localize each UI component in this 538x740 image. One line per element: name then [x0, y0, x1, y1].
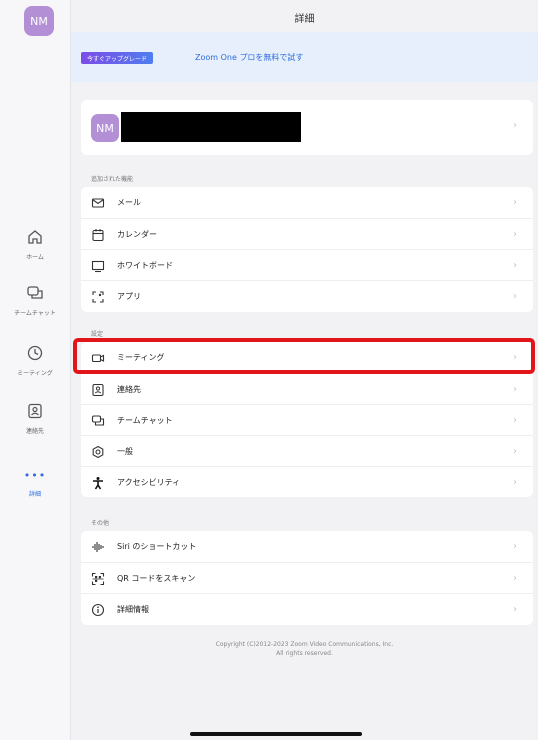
sidebar-item-label: 連絡先 — [25, 428, 44, 435]
contacts-icon — [26, 402, 44, 420]
section-header-added: 追加された機能 — [91, 176, 134, 183]
apps-icon — [91, 290, 105, 304]
chevron-right-icon: › — [513, 120, 517, 131]
list-item-label: Siri のショートカット — [117, 542, 197, 551]
chevron-right-icon: › — [513, 573, 517, 584]
info-icon — [91, 603, 105, 617]
list-item-label: 詳細情報 — [117, 605, 149, 614]
sidebar: NM ホーム チームチャット ミーティング 連絡先 ••• 詳細 — [0, 0, 71, 740]
list-item-apps[interactable]: アプリ › — [81, 280, 533, 312]
list-item-general[interactable]: 一般 › — [81, 435, 533, 467]
copyright: Copyright (C)2012-2023 Zoom Video Commun… — [71, 640, 538, 658]
page-title: 詳細 — [294, 14, 315, 25]
chat-icon — [91, 414, 105, 428]
settings-card: ミーティング › 連絡先 › チームチャット › 一般 › アクセシビリティ › — [81, 342, 533, 497]
sidebar-item-label: ミーティング — [17, 370, 53, 377]
avatar[interactable]: NM — [24, 6, 54, 36]
list-item-label: チームチャット — [117, 416, 173, 425]
list-item-team-chat[interactable]: チームチャット › — [81, 404, 533, 436]
section-header-settings: 設定 — [91, 331, 104, 338]
other-card: Siri のショートカット › QR コードをスキャン › 詳細情報 › — [81, 531, 533, 625]
chevron-right-icon: › — [513, 229, 517, 240]
chevron-right-icon: › — [513, 415, 517, 426]
qr-scan-icon — [91, 572, 105, 586]
profile-avatar: NM — [91, 114, 119, 142]
mail-icon — [91, 196, 105, 210]
sidebar-item-label: チームチャット — [14, 310, 56, 317]
sidebar-item-label: 詳細 — [28, 491, 41, 498]
chevron-right-icon: › — [513, 541, 517, 552]
list-item-label: アクセシビリティ — [117, 478, 181, 487]
sidebar-item-more[interactable]: ••• 詳細 — [0, 464, 70, 498]
gear-icon — [91, 445, 105, 459]
chevron-right-icon: › — [513, 604, 517, 615]
list-item-about[interactable]: 詳細情報 › — [81, 593, 533, 625]
list-item-mail[interactable]: メール › — [81, 187, 533, 218]
list-item-label: ミーティング — [117, 353, 165, 362]
list-item-label: ホワイトボード — [117, 261, 173, 270]
list-item-label: 連絡先 — [117, 385, 141, 394]
sidebar-item-contacts[interactable]: 連絡先 — [0, 402, 70, 435]
redacted-profile-name — [121, 112, 301, 142]
sidebar-item-meetings[interactable]: ミーティング — [0, 344, 70, 377]
list-item-siri-shortcuts[interactable]: Siri のショートカット › — [81, 531, 533, 562]
upgrade-banner: 今すぐアップグレード Zoom One プロを無料で試す — [71, 32, 538, 82]
list-item-calendar[interactable]: カレンダー › — [81, 218, 533, 250]
whiteboard-icon — [91, 259, 105, 273]
accessibility-icon — [91, 476, 105, 490]
list-item-accessibility[interactable]: アクセシビリティ › — [81, 466, 533, 498]
chat-icon — [26, 284, 44, 302]
chevron-right-icon: › — [513, 291, 517, 302]
chevron-right-icon: › — [513, 446, 517, 457]
list-item-meetings[interactable]: ミーティング › — [81, 342, 533, 373]
list-item-whiteboard[interactable]: ホワイトボード › — [81, 249, 533, 281]
home-icon — [26, 228, 44, 246]
calendar-icon — [91, 228, 105, 242]
chevron-right-icon: › — [513, 384, 517, 395]
home-indicator — [190, 732, 362, 736]
profile-card[interactable]: NM › — [81, 100, 533, 155]
list-item-label: アプリ — [117, 292, 141, 301]
video-camera-icon — [91, 351, 105, 365]
more-dots-icon: ••• — [23, 469, 47, 482]
upgrade-button[interactable]: 今すぐアップグレード — [81, 52, 154, 64]
clock-icon — [26, 344, 44, 362]
siri-wave-icon — [91, 540, 105, 554]
copyright-line-2: All rights reserved. — [276, 650, 333, 657]
list-item-label: QR コードをスキャン — [117, 574, 196, 583]
list-item-qr-scan[interactable]: QR コードをスキャン › — [81, 562, 533, 594]
list-item-label: カレンダー — [117, 230, 157, 239]
added-features-card: メール › カレンダー › ホワイトボード › アプリ › — [81, 187, 533, 312]
section-header-other: その他 — [91, 520, 110, 527]
list-item-label: メール — [117, 198, 141, 207]
list-item-label: 一般 — [117, 447, 133, 456]
main-panel: 詳細 今すぐアップグレード Zoom One プロを無料で試す NM › 追加さ… — [71, 0, 538, 740]
promo-link[interactable]: Zoom One プロを無料で試す — [195, 52, 303, 64]
list-item-contacts[interactable]: 連絡先 › — [81, 373, 533, 405]
contacts-icon — [91, 383, 105, 397]
sidebar-item-home[interactable]: ホーム — [0, 228, 70, 261]
chevron-right-icon: › — [513, 352, 517, 363]
chevron-right-icon: › — [513, 477, 517, 488]
chevron-right-icon: › — [513, 197, 517, 208]
sidebar-item-team-chat[interactable]: チームチャット — [0, 284, 70, 317]
copyright-line-1: Copyright (C)2012-2023 Zoom Video Commun… — [215, 641, 394, 648]
sidebar-item-label: ホーム — [26, 254, 44, 261]
chevron-right-icon: › — [513, 260, 517, 271]
